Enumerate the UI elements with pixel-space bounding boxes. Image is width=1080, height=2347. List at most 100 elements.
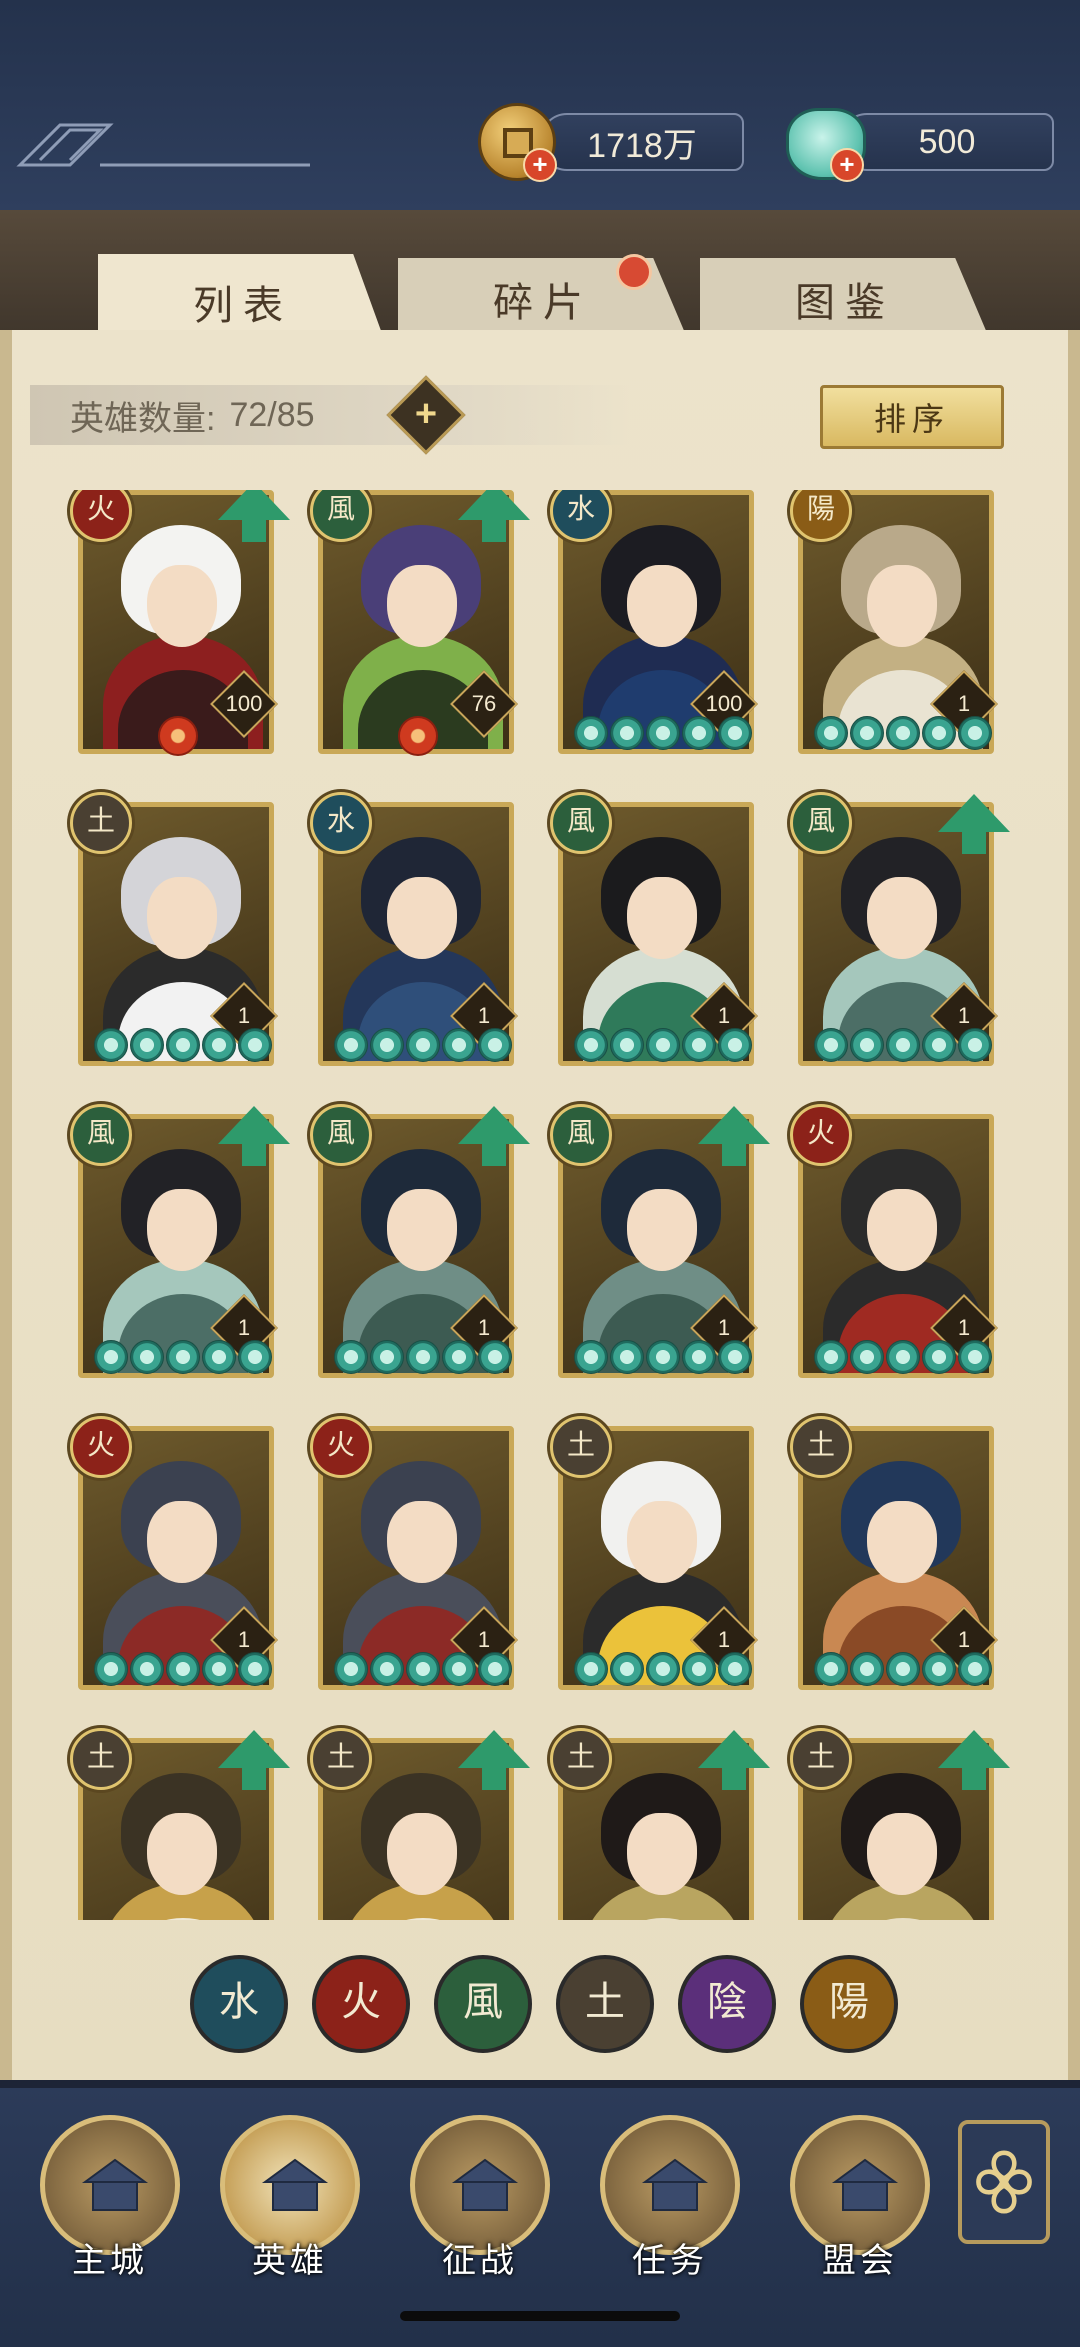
star-jade-icon [718, 1652, 752, 1686]
upgrade-arrow-icon [938, 794, 1010, 854]
star-jade-icon [886, 1340, 920, 1374]
star-jade-icon [922, 1340, 956, 1374]
element-badge-icon: 風 [70, 1104, 132, 1166]
star-jade-icon [646, 716, 680, 750]
jade-value: 500 [918, 122, 976, 161]
star-jade-icon [610, 1028, 644, 1062]
element-badge-icon: 土 [790, 1416, 852, 1478]
star-jade-icon [202, 1340, 236, 1374]
hero-star-rating [94, 1028, 272, 1064]
hero-star-rating [574, 1652, 752, 1688]
star-jade-icon [922, 1652, 956, 1686]
star-jade-icon [238, 1028, 272, 1062]
filter-wind-button[interactable]: 風 [434, 1955, 532, 2053]
element-badge-icon: 風 [550, 1104, 612, 1166]
upgrade-arrow-icon [218, 1730, 290, 1790]
element-filter-bar: 水火風土陰陽 [190, 1955, 910, 2055]
hero-star-rating [334, 1652, 512, 1688]
star-jade-icon [850, 1028, 884, 1062]
decorative-pattern-icon [16, 123, 310, 167]
star-jade-icon [850, 716, 884, 750]
filter-fire-button[interactable]: 火 [312, 1955, 410, 2053]
upgrade-arrow-icon [458, 1106, 530, 1166]
nav-item-3[interactable]: 任务 [600, 2115, 750, 2305]
upgrade-arrow-icon [458, 490, 530, 542]
element-badge-icon: 火 [790, 1104, 852, 1166]
add-copper-button[interactable]: + [523, 148, 557, 182]
tab-codex[interactable]: 图鉴 [700, 258, 990, 340]
city-gate-icon-glyph [81, 2158, 149, 2211]
star-jade-icon [442, 1652, 476, 1686]
upgrade-arrow-icon [218, 1106, 290, 1166]
star-jade-icon [370, 1340, 404, 1374]
nav-label: 任务 [632, 2242, 708, 2280]
tab-codex-label: 图鉴 [795, 281, 895, 325]
element-badge-icon: 土 [550, 1728, 612, 1790]
star-jade-icon [406, 1028, 440, 1062]
plus-icon: + [414, 393, 438, 435]
hero-star-rating [574, 1028, 752, 1064]
star-jade-icon [166, 1028, 200, 1062]
star-jade-icon [130, 1028, 164, 1062]
star-jade-icon [130, 1340, 164, 1374]
add-jade-button[interactable]: + [830, 148, 864, 182]
flower-menu-icon[interactable] [958, 2120, 1050, 2244]
star-jade-icon [886, 716, 920, 750]
hero-star-rating [814, 716, 992, 752]
hero-portrait-icon-glyph [261, 2158, 329, 2211]
awaken-mark-icon [398, 716, 438, 756]
star-jade-icon [886, 1652, 920, 1686]
hero-count-label: 英雄数量: [70, 399, 216, 438]
star-jade-icon [442, 1340, 476, 1374]
star-jade-icon [958, 716, 992, 750]
nav-item-1[interactable]: 英雄 [220, 2115, 370, 2305]
star-jade-icon [574, 1652, 608, 1686]
alliance-hall-icon-glyph [831, 2158, 899, 2211]
sort-button[interactable]: 排序 [820, 385, 1004, 449]
copper-value: 1718万 [587, 126, 697, 165]
star-jade-icon [922, 716, 956, 750]
hero-count-value: 72/85 [229, 395, 315, 434]
element-badge-icon: 土 [70, 792, 132, 854]
star-jade-icon [886, 1028, 920, 1062]
nav-item-0[interactable]: 主城 [40, 2115, 190, 2305]
star-jade-icon [814, 1652, 848, 1686]
star-jade-icon [370, 1028, 404, 1062]
hero-level: 100 [225, 691, 263, 716]
filter-water-button[interactable]: 水 [190, 1955, 288, 2053]
star-jade-icon [850, 1340, 884, 1374]
element-badge-icon: 風 [310, 1104, 372, 1166]
star-jade-icon [166, 1652, 200, 1686]
notification-dot [616, 254, 652, 290]
jade-amount[interactable]: 500 [840, 113, 1054, 171]
hero-star-rating [574, 1340, 752, 1376]
hero-star-rating [334, 1340, 512, 1376]
star-jade-icon [94, 1340, 128, 1374]
copper-amount[interactable]: 1718万 [540, 113, 744, 171]
star-jade-icon [718, 716, 752, 750]
menu-glyph [976, 2150, 1032, 2214]
nav-label: 主城 [72, 2242, 148, 2280]
element-badge-icon: 風 [550, 792, 612, 854]
nav-item-4[interactable]: 盟会 [790, 2115, 940, 2305]
filter-earth-button[interactable]: 土 [556, 1955, 654, 2053]
star-jade-icon [646, 1652, 680, 1686]
filter-yin-button[interactable]: 陰 [678, 1955, 776, 2053]
star-jade-icon [370, 1652, 404, 1686]
star-jade-icon [646, 1028, 680, 1062]
hero-star-rating [814, 1340, 992, 1376]
star-jade-icon [610, 1652, 644, 1686]
filter-yang-button[interactable]: 陽 [800, 1955, 898, 2053]
star-jade-icon [682, 716, 716, 750]
element-badge-icon: 土 [310, 1728, 372, 1790]
hero-count-bar: 英雄数量: 72/85 [30, 385, 630, 445]
star-jade-icon [94, 1028, 128, 1062]
scroll-task-icon-glyph [641, 2158, 709, 2211]
star-jade-icon [478, 1652, 512, 1686]
star-jade-icon [334, 1028, 368, 1062]
nav-label: 征战 [442, 2242, 518, 2280]
home-indicator [400, 2311, 680, 2321]
star-jade-icon [682, 1340, 716, 1374]
nav-item-2[interactable]: 征战 [410, 2115, 560, 2305]
top-resource-bar: 1718万 + 500 + [0, 0, 1080, 216]
